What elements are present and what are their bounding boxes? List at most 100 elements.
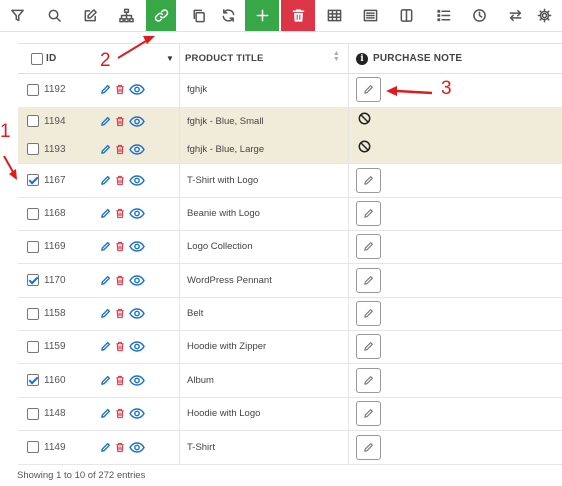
- title-cell[interactable]: T-Shirt with Logo: [179, 163, 349, 197]
- view-icon[interactable]: [129, 143, 145, 155]
- title-cell[interactable]: fghjk - Blue, Small: [179, 107, 349, 135]
- row-checkbox[interactable]: [27, 374, 39, 386]
- edit-icon[interactable]: [100, 208, 111, 219]
- hierarchy-button[interactable]: [109, 0, 143, 31]
- sort-icon[interactable]: ▲ ▼: [333, 50, 340, 63]
- table-view-button[interactable]: [317, 0, 351, 31]
- view-icon[interactable]: [129, 274, 145, 286]
- delete-icon[interactable]: [115, 275, 125, 286]
- purchase-note-edit-button[interactable]: [356, 334, 381, 359]
- layout-button[interactable]: [389, 0, 423, 31]
- reload-button[interactable]: [211, 0, 245, 31]
- delete-icon[interactable]: [115, 341, 125, 352]
- purchase-note-edit-button[interactable]: [356, 367, 381, 393]
- table-row[interactable]: 1194 fghjk - Blue, Small: [18, 107, 562, 136]
- search-button[interactable]: [37, 0, 71, 31]
- purchase-note-edit-button[interactable]: [356, 434, 381, 460]
- title-cell[interactable]: T-Shirt: [179, 430, 349, 464]
- edit-icon[interactable]: [100, 116, 111, 127]
- row-checkbox[interactable]: [27, 274, 39, 286]
- title-cell[interactable]: fghjk: [179, 72, 349, 107]
- edit-icon[interactable]: [100, 442, 111, 453]
- row-checkbox[interactable]: [27, 143, 39, 155]
- history-button[interactable]: [462, 0, 496, 31]
- title-cell[interactable]: Hoodie with Logo: [179, 397, 349, 430]
- row-checkbox[interactable]: [27, 207, 39, 220]
- edit-icon[interactable]: [100, 341, 111, 352]
- delete-icon[interactable]: [115, 116, 125, 127]
- edit-icon[interactable]: [100, 375, 111, 386]
- bind-edit-button[interactable]: [146, 0, 176, 31]
- list-button[interactable]: [426, 0, 460, 31]
- note-header[interactable]: i PURCHASE NOTE: [348, 44, 562, 73]
- view-icon[interactable]: [129, 374, 145, 386]
- edit-icon[interactable]: [100, 308, 111, 319]
- row-checkbox[interactable]: [27, 340, 39, 353]
- edit-icon[interactable]: [100, 241, 111, 252]
- edit-icon[interactable]: [100, 84, 111, 95]
- row-checkbox[interactable]: [27, 240, 39, 253]
- title-cell[interactable]: WordPress Pennant: [179, 263, 349, 297]
- title-cell[interactable]: fghjk - Blue, Large: [179, 135, 349, 163]
- table-row[interactable]: 1193 fghjk - Blue, Large: [18, 135, 562, 164]
- row-checkbox[interactable]: [27, 174, 39, 186]
- duplicate-button[interactable]: [182, 0, 214, 31]
- table-row[interactable]: 1158 Belt: [18, 297, 562, 331]
- id-header[interactable]: ID ▼: [18, 44, 180, 73]
- table-row[interactable]: 1148 Hoodie with Logo: [18, 397, 562, 431]
- filter-button[interactable]: [0, 0, 34, 31]
- table-row[interactable]: 1192 fghjk: [18, 72, 562, 108]
- table-row[interactable]: 1169 Logo Collection: [18, 230, 562, 264]
- purchase-note-edit-button[interactable]: [356, 267, 381, 293]
- view-icon[interactable]: [129, 241, 145, 252]
- edit-icon[interactable]: [100, 275, 111, 286]
- edit-icon[interactable]: [100, 144, 111, 155]
- table-row[interactable]: 1167 T-Shirt with Logo: [18, 163, 562, 198]
- table-row[interactable]: 1170 WordPress Pennant: [18, 263, 562, 298]
- title-cell[interactable]: Beanie with Logo: [179, 197, 349, 230]
- view-icon[interactable]: [129, 408, 145, 419]
- delete-icon[interactable]: [115, 375, 125, 386]
- view-icon[interactable]: [129, 174, 145, 186]
- title-cell[interactable]: Belt: [179, 297, 349, 330]
- delete-icon[interactable]: [115, 208, 125, 219]
- purchase-note-edit-button[interactable]: [356, 234, 381, 259]
- purchase-note-edit-button[interactable]: [356, 167, 381, 193]
- bulk-edit-button[interactable]: [73, 0, 107, 31]
- view-icon[interactable]: [129, 441, 145, 453]
- table-row[interactable]: 1149 T-Shirt: [18, 430, 562, 465]
- table-row[interactable]: 1160 Album: [18, 363, 562, 398]
- edit-icon[interactable]: [100, 408, 111, 419]
- view-icon[interactable]: [129, 341, 145, 352]
- row-checkbox[interactable]: [27, 441, 39, 453]
- delete-icon[interactable]: [115, 408, 125, 419]
- view-icon[interactable]: [129, 208, 145, 219]
- delete-icon[interactable]: [115, 308, 125, 319]
- row-checkbox[interactable]: [27, 115, 39, 127]
- settings-button[interactable]: [527, 0, 561, 31]
- view-icon[interactable]: [129, 308, 145, 319]
- columns-button[interactable]: [353, 0, 387, 31]
- table-row[interactable]: 1159 Hoodie with Zipper: [18, 330, 562, 364]
- row-checkbox[interactable]: [27, 307, 39, 320]
- add-product-button[interactable]: [245, 0, 279, 31]
- view-icon[interactable]: [129, 84, 145, 95]
- select-all-checkbox[interactable]: [31, 52, 43, 65]
- title-header[interactable]: PRODUCT TITLE ▲ ▼: [179, 44, 349, 73]
- delete-icon[interactable]: [115, 241, 125, 252]
- purchase-note-edit-button[interactable]: [356, 201, 381, 226]
- purchase-note-edit-button[interactable]: [356, 77, 381, 102]
- row-checkbox[interactable]: [27, 407, 39, 420]
- sort-desc-icon[interactable]: ▼: [166, 54, 174, 63]
- title-cell[interactable]: Album: [179, 363, 349, 397]
- info-icon[interactable]: i: [356, 52, 368, 65]
- delete-icon[interactable]: [115, 144, 125, 155]
- row-checkbox[interactable]: [27, 83, 39, 96]
- delete-icon[interactable]: [115, 442, 125, 453]
- title-cell[interactable]: Logo Collection: [179, 230, 349, 263]
- title-cell[interactable]: Hoodie with Zipper: [179, 330, 349, 363]
- view-icon[interactable]: [129, 115, 145, 127]
- purchase-note-edit-button[interactable]: [356, 401, 381, 426]
- delete-icon[interactable]: [115, 175, 125, 186]
- edit-icon[interactable]: [100, 175, 111, 186]
